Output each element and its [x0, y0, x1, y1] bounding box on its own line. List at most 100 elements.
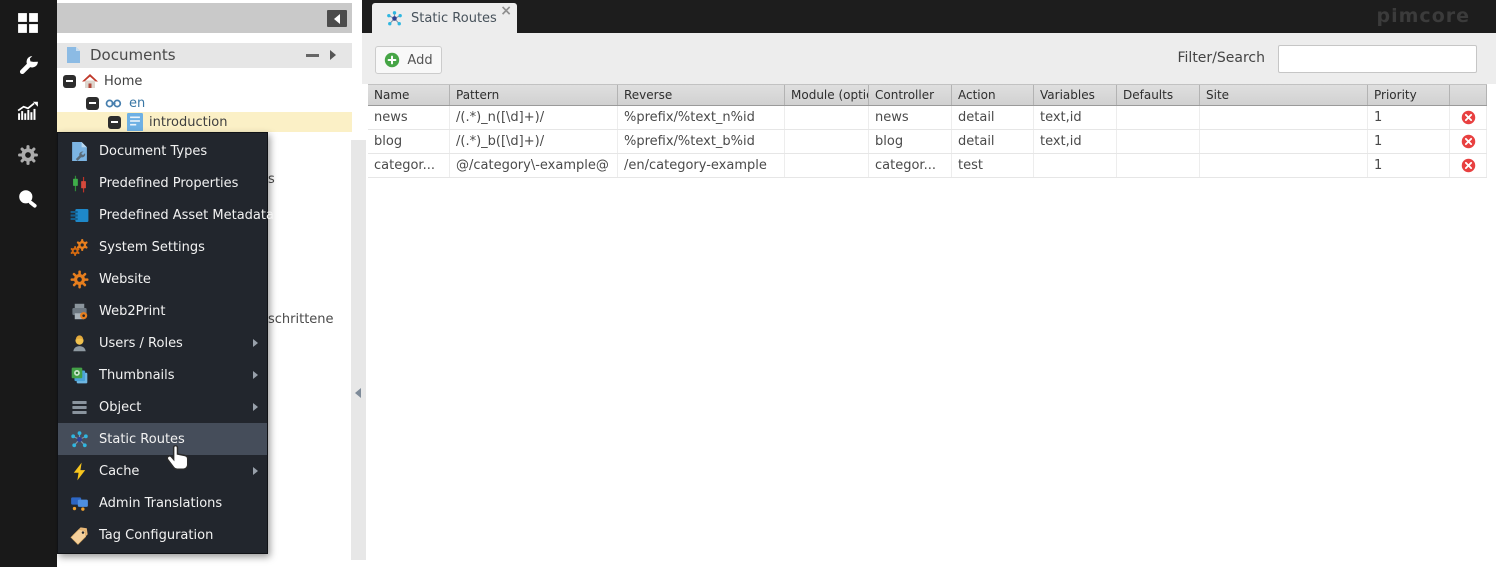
cell-site — [1200, 154, 1368, 177]
menu-item-static-routes[interactable]: Static Routes — [58, 423, 267, 455]
panel-expand-arrow-icon[interactable] — [330, 50, 336, 60]
menu-item-label: Users / Roles — [99, 336, 183, 351]
panel-splitter[interactable] — [351, 140, 366, 560]
predefined-asset-metadata-icon — [70, 206, 89, 225]
column-header-reverse[interactable]: Reverse — [618, 85, 785, 105]
tree-node-introduction[interactable]: introduction — [57, 112, 352, 132]
filter-search-input[interactable] — [1278, 45, 1477, 73]
table-row[interactable]: blog/(.*)_b([\d]+)/%prefix/%text_b%idblo… — [368, 130, 1487, 154]
menu-item-object[interactable]: Object — [58, 391, 267, 423]
menu-item-label: Document Types — [99, 144, 207, 159]
tree-node-home[interactable]: Home — [57, 70, 352, 92]
collapse-node-icon[interactable] — [86, 97, 99, 110]
cell-variables: text,id — [1034, 106, 1117, 129]
menu-item-tag-configuration[interactable]: Tag Configuration — [58, 519, 267, 551]
menu-item-predefined-asset-metadata[interactable]: Predefined Asset Metadata — [58, 199, 267, 231]
thumbnails-icon — [70, 366, 89, 385]
cell-name: categor... — [368, 154, 450, 177]
cell-pattern: @/category\-example@ — [450, 154, 618, 177]
column-header-site[interactable]: Site — [1200, 85, 1368, 105]
cell-pattern: /(.*)_b([\d]+)/ — [450, 130, 618, 153]
column-header-priority[interactable]: Priority — [1368, 85, 1450, 105]
cell-site — [1200, 130, 1368, 153]
delete-row-icon[interactable] — [1450, 130, 1487, 153]
grid-body: news/(.*)_n([\d]+)/%prefix/%text_n%idnew… — [368, 106, 1487, 178]
menu-item-label: Cache — [99, 464, 139, 479]
wrench-icon[interactable] — [17, 55, 39, 77]
menu-item-admin-translations[interactable]: Admin Translations — [58, 487, 267, 519]
cell-priority: 1 — [1368, 130, 1450, 153]
cell-pattern: /(.*)_n([\d]+)/ — [450, 106, 618, 129]
tree-panel-top-bar — [57, 3, 352, 33]
menu-item-label: Predefined Properties — [99, 176, 238, 191]
tree-node-en[interactable]: en — [57, 92, 352, 114]
cell-module-optio — [785, 154, 869, 177]
cell-defaults — [1117, 106, 1200, 129]
document-types-icon — [70, 142, 89, 161]
cell-reverse: %prefix/%text_b%id — [618, 130, 785, 153]
cell-action: detail — [952, 106, 1034, 129]
documents-panel-header[interactable]: Documents — [57, 43, 352, 68]
collapse-panel-button[interactable] — [327, 10, 347, 27]
add-button[interactable]: Add — [375, 46, 442, 74]
menu-item-predefined-properties[interactable]: Predefined Properties — [58, 167, 267, 199]
documents-icon — [67, 47, 80, 63]
column-header-defaults[interactable]: Defaults — [1117, 85, 1200, 105]
link-icon — [105, 95, 123, 111]
column-header-actions[interactable] — [1450, 85, 1487, 105]
cell-action: test — [952, 154, 1034, 177]
delete-row-icon[interactable] — [1450, 106, 1487, 129]
plus-icon — [384, 52, 400, 68]
collapse-node-icon[interactable] — [63, 75, 76, 88]
table-row[interactable]: categor...@/category\-example@/en/catego… — [368, 154, 1487, 178]
collapse-left-icon — [334, 14, 340, 24]
apps-icon[interactable] — [17, 12, 39, 34]
cell-variables — [1034, 154, 1117, 177]
cell-controller: categor... — [869, 154, 952, 177]
column-header-action[interactable]: Action — [952, 85, 1034, 105]
home-icon — [82, 73, 98, 89]
tab-close-icon[interactable]: × — [500, 3, 512, 19]
menu-item-system-settings[interactable]: System Settings — [58, 231, 267, 263]
menu-item-users-roles[interactable]: Users / Roles — [58, 327, 267, 359]
cell-module-optio — [785, 106, 869, 129]
add-button-label: Add — [407, 53, 432, 68]
cell-priority: 1 — [1368, 106, 1450, 129]
menu-item-document-types[interactable]: Document Types — [58, 135, 267, 167]
cache-icon — [70, 462, 89, 481]
cell-defaults — [1117, 154, 1200, 177]
mouse-cursor — [166, 444, 193, 480]
menu-item-web2print[interactable]: Web2Print — [58, 295, 267, 327]
menu-item-thumbnails[interactable]: Thumbnails — [58, 359, 267, 391]
column-header-variables[interactable]: Variables — [1034, 85, 1117, 105]
filter-search-label: Filter/Search — [1178, 50, 1266, 66]
delete-row-icon[interactable] — [1450, 154, 1487, 177]
menu-item-cache[interactable]: Cache — [58, 455, 267, 487]
submenu-arrow-icon — [253, 467, 258, 475]
grid-header-row: NamePatternReverseModule (optioControlle… — [368, 84, 1487, 106]
table-row[interactable]: news/(.*)_n([\d]+)/%prefix/%text_n%idnew… — [368, 106, 1487, 130]
settings-icon[interactable] — [17, 144, 39, 166]
menu-item-label: Web2Print — [99, 304, 166, 319]
toolbar: Add Filter/Search — [362, 33, 1496, 84]
tree-node-label: Home — [104, 74, 142, 89]
column-header-module-optio[interactable]: Module (optio — [785, 85, 869, 105]
menu-item-website[interactable]: Website — [58, 263, 267, 295]
menu-item-label: Thumbnails — [99, 368, 175, 383]
column-header-controller[interactable]: Controller — [869, 85, 952, 105]
cell-priority: 1 — [1368, 154, 1450, 177]
splitter-collapse-icon[interactable] — [355, 388, 361, 398]
column-header-pattern[interactable]: Pattern — [450, 85, 618, 105]
tag-configuration-icon — [70, 526, 89, 545]
search-icon[interactable] — [17, 188, 39, 210]
tree-node-label: en — [129, 96, 145, 111]
column-header-name[interactable]: Name — [368, 85, 450, 105]
cell-name: news — [368, 106, 450, 129]
collapse-node-icon[interactable] — [108, 116, 121, 129]
tab-static-routes[interactable]: Static Routes × — [372, 3, 517, 33]
static-routes-grid: NamePatternReverseModule (optioControlle… — [368, 84, 1487, 178]
pimcore-logo: pimcore — [1377, 5, 1470, 27]
reports-icon[interactable] — [17, 99, 39, 121]
panel-minimize-icon[interactable] — [306, 54, 319, 57]
website-icon — [70, 270, 89, 289]
